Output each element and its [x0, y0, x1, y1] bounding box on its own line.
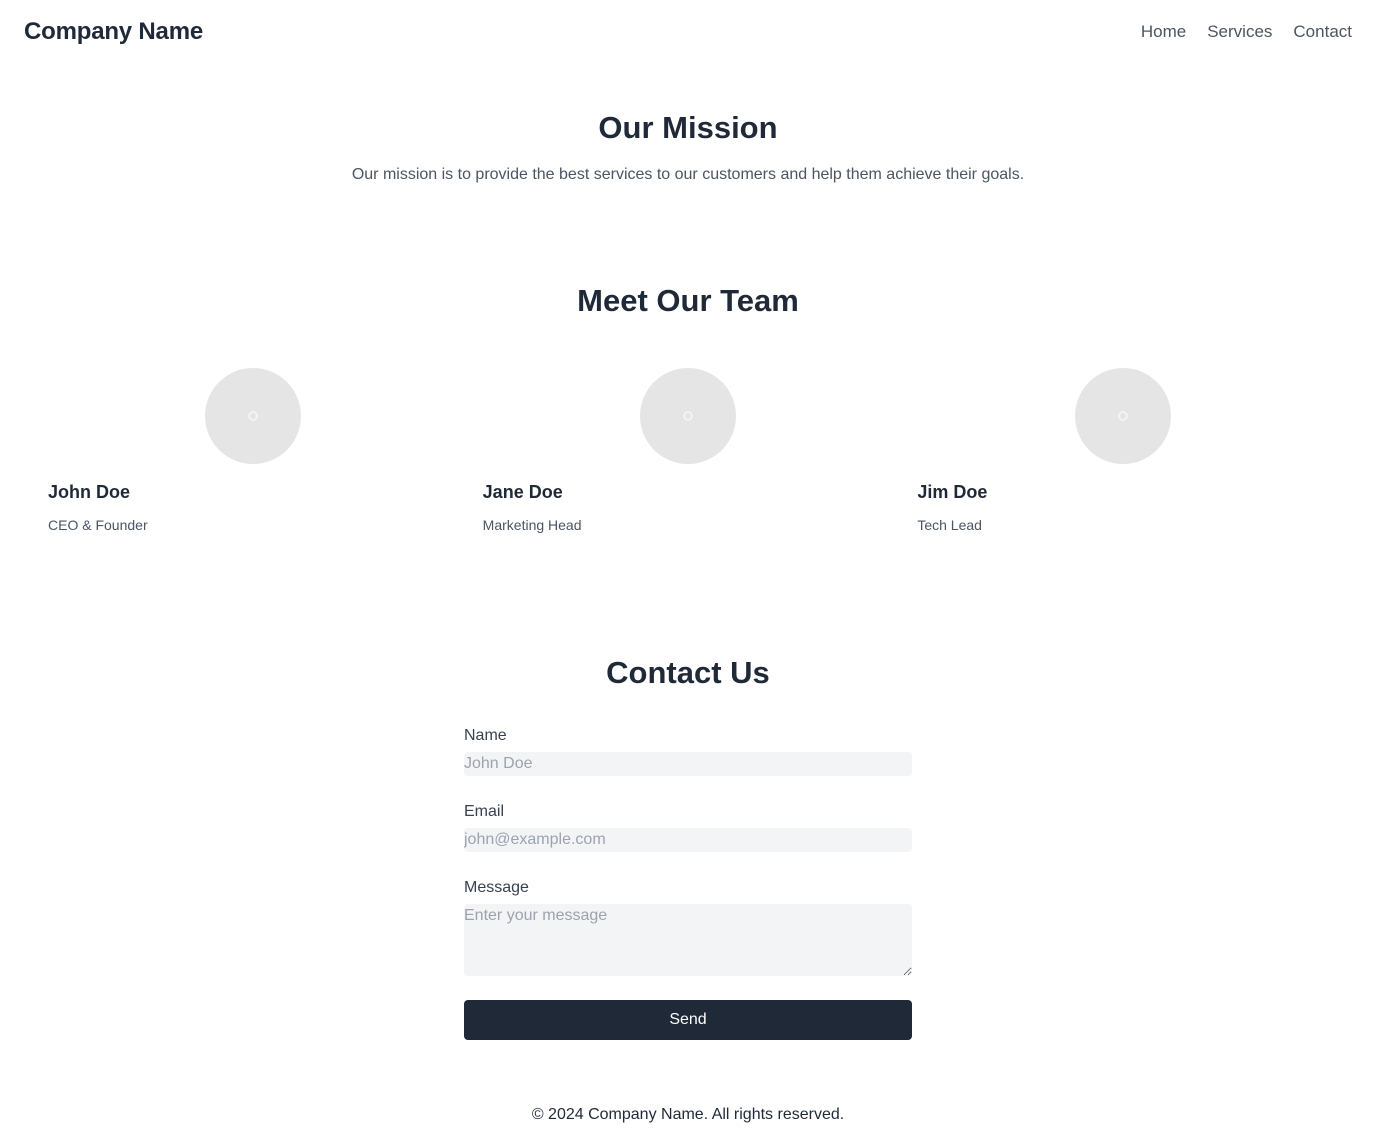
- nav-link-services[interactable]: Services: [1207, 22, 1272, 42]
- team-member-card: Jim Doe Tech Lead: [917, 368, 1328, 548]
- mission-title: Our Mission: [598, 110, 778, 145]
- team-grid: John Doe CEO & Founder Jane Doe Marketin…: [48, 368, 1328, 548]
- email-input[interactable]: [464, 828, 912, 852]
- email-field-group: Email: [464, 802, 912, 852]
- team-title: Meet Our Team: [577, 283, 799, 318]
- message-field-group: Message: [464, 878, 912, 976]
- page: Company Name Home Services Contact Our M…: [0, 0, 1376, 1144]
- name-field-group: Name: [464, 726, 912, 776]
- member-name: Jane Doe: [482, 482, 563, 502]
- member-role: Tech Lead: [917, 517, 982, 533]
- avatar-image-icon: [1117, 411, 1128, 421]
- nav-link-contact[interactable]: Contact: [1293, 22, 1352, 42]
- member-role: CEO & Founder: [48, 517, 148, 533]
- send-button[interactable]: Send: [464, 1000, 912, 1040]
- message-textarea[interactable]: [464, 904, 912, 976]
- member-name: Jim Doe: [917, 482, 988, 502]
- team-member-card: John Doe CEO & Founder: [48, 368, 459, 548]
- contact-title: Contact Us: [606, 655, 770, 690]
- avatar-placeholder-icon: [640, 368, 736, 464]
- main-nav: Home Services Contact: [1141, 22, 1352, 42]
- name-label: Name: [464, 727, 507, 744]
- team-member-card: Jane Doe Marketing Head: [483, 368, 894, 548]
- site-header: Company Name Home Services Contact: [0, 0, 1376, 64]
- avatar-placeholder-icon: [1074, 368, 1171, 464]
- contact-form: Name Email Message Send: [464, 726, 912, 1040]
- message-label: Message: [464, 879, 529, 896]
- nav-link-home[interactable]: Home: [1141, 22, 1186, 42]
- avatar-placeholder-icon: [205, 368, 302, 464]
- name-input[interactable]: [464, 752, 912, 776]
- mission-text: Our mission is to provide the best servi…: [351, 166, 1025, 183]
- member-role: Marketing Head: [482, 517, 582, 533]
- avatar-image-icon: [248, 411, 259, 421]
- avatar-image-icon: [683, 411, 693, 421]
- site-footer: © 2024 Company Name. All rights reserved…: [531, 1106, 845, 1123]
- brand-name[interactable]: Company Name: [24, 18, 203, 46]
- email-label: Email: [464, 803, 505, 820]
- member-name: John Doe: [48, 482, 131, 502]
